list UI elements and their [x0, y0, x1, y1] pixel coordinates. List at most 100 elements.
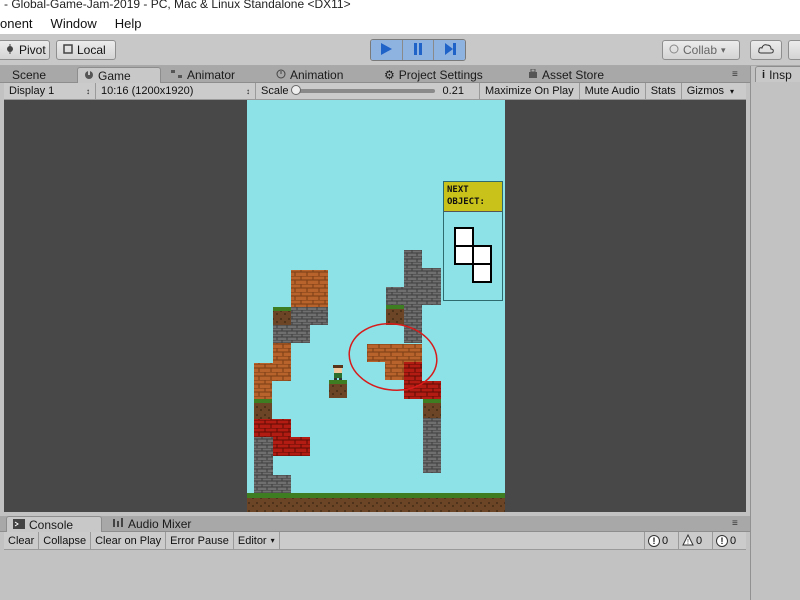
inspector-panel: i Insp — [750, 66, 800, 600]
tab-audio-mixer[interactable]: Audio Mixer — [106, 516, 197, 532]
console-info-toggle[interactable]: ! 0 — [644, 532, 671, 550]
next-object-title-line1: NEXT — [447, 185, 469, 195]
tab-asset-store-label: Asset Store — [542, 68, 605, 82]
tab-project-settings[interactable]: ⚙ Project Settings — [378, 67, 489, 83]
stats-label: Stats — [650, 85, 676, 97]
step-icon — [443, 42, 457, 59]
stats-toggle[interactable]: Stats — [646, 82, 682, 100]
main-toolbar: Pivot Local Collab ▾ — [0, 34, 800, 66]
game-view: NEXT OBJECT: — [4, 100, 746, 512]
tab-inspector-label: Insp — [769, 67, 792, 82]
chevron-down-icon: ▾ — [730, 86, 735, 96]
console-error-pause-toggle[interactable]: Error Pause — [166, 531, 234, 550]
play-icon — [379, 42, 393, 59]
next-object-header: NEXT OBJECT: — [444, 182, 502, 212]
tab-inspector[interactable]: i Insp — [755, 66, 800, 82]
ground — [247, 493, 505, 512]
menu-item-window[interactable]: Window — [42, 16, 106, 31]
console-clear-button[interactable]: Clear — [4, 531, 40, 550]
tab-animation-label: Animation — [290, 68, 344, 82]
scale-slider-thumb[interactable] — [290, 85, 301, 95]
info-icon: ! — [648, 535, 660, 547]
chevron-down-icon: ▾ — [721, 44, 726, 55]
maximize-on-play-label: Maximize On Play — [485, 85, 574, 97]
scale-slider-group: Scale 0.21 — [256, 82, 480, 100]
maximize-on-play-toggle[interactable]: Maximize On Play — [480, 82, 580, 100]
info-icon: i — [762, 68, 766, 81]
menu-bar: onent Window Help — [0, 12, 800, 34]
tab-console[interactable]: Console — [6, 516, 102, 532]
bottom-tab-row: Console Audio Mixer ≡ — [0, 516, 750, 532]
tab-menu-icon[interactable]: ≡ — [732, 69, 738, 80]
scale-slider[interactable] — [290, 85, 435, 95]
display-select[interactable]: Display 1 ↕ — [4, 82, 96, 100]
mute-audio-label: Mute Audio — [584, 85, 640, 97]
console-editor-dropdown[interactable]: Editor ▾ — [234, 531, 280, 550]
game-icon — [84, 69, 94, 83]
cloud-button[interactable] — [750, 40, 782, 60]
pivot-label: Pivot — [19, 43, 46, 57]
console-clear-on-play-toggle[interactable]: Clear on Play — [91, 531, 167, 550]
collab-label: Collab — [683, 43, 718, 57]
console-clear-on-play-label: Clear on Play — [95, 534, 162, 547]
local-icon — [63, 43, 73, 57]
tab-audio-mixer-label: Audio Mixer — [128, 517, 192, 531]
mute-audio-toggle[interactable]: Mute Audio — [580, 82, 646, 100]
console-collapse-label: Collapse — [43, 534, 87, 547]
pause-icon — [411, 42, 425, 59]
local-label: Local — [77, 43, 106, 57]
console-collapse-toggle[interactable]: Collapse — [39, 531, 92, 550]
gizmos-toggle[interactable]: Gizmos ▾ — [682, 83, 739, 100]
tab-animator-label: Animator — [187, 68, 236, 82]
console-warning-count: 0 — [696, 535, 703, 547]
resolution-select-label: 10:16 (1200x1920) — [101, 85, 194, 97]
play-button[interactable] — [371, 40, 403, 60]
display-select-label: Display 1 — [9, 85, 55, 97]
console-error-toggle[interactable]: ! 0 — [712, 532, 739, 550]
step-button[interactable] — [434, 40, 465, 60]
console-log-area[interactable] — [4, 550, 746, 600]
next-object-title-line2: OBJECT: — [447, 197, 485, 207]
gear-icon: ⚙ — [384, 68, 395, 82]
console-clear-label: Clear — [8, 534, 35, 547]
console-error-pause-label: Error Pause — [170, 534, 229, 547]
scale-label: Scale — [261, 85, 289, 97]
console-icon — [13, 518, 25, 532]
cloud-icon — [758, 43, 774, 57]
tab-game-label: Game — [98, 68, 131, 83]
pause-button[interactable] — [402, 40, 435, 60]
tab-asset-store[interactable]: Asset Store — [522, 67, 610, 83]
console-warning-toggle[interactable]: ! 0 — [678, 532, 705, 550]
game-scene — [247, 250, 505, 512]
tab-console-label: Console — [29, 517, 74, 532]
account-button[interactable] — [788, 40, 800, 60]
gizmos-label: Gizmos — [686, 85, 725, 97]
tab-scene-label: Scene — [12, 68, 47, 82]
menu-item-help[interactable]: Help — [106, 16, 151, 31]
tab-game[interactable]: Game — [77, 67, 161, 83]
chevron-down-icon: ▾ — [270, 536, 275, 545]
animator-icon — [171, 68, 183, 82]
next-object-panel: NEXT OBJECT: — [443, 181, 503, 301]
pivot-icon — [5, 43, 15, 57]
resolution-select[interactable]: 10:16 (1200x1920) ↕ — [96, 82, 256, 100]
collab-icon — [669, 43, 679, 57]
tab-animation[interactable]: Animation — [270, 67, 349, 83]
collab-button[interactable]: Collab ▾ — [662, 40, 740, 60]
animation-icon — [276, 68, 286, 82]
store-icon — [528, 68, 538, 82]
game-canvas[interactable]: NEXT OBJECT: — [247, 100, 505, 512]
tab-animator[interactable]: Animator — [165, 67, 241, 83]
local-toggle-button[interactable]: Local — [56, 40, 116, 60]
tab-project-settings-label: Project Settings — [398, 68, 483, 82]
menu-item-component[interactable]: onent — [0, 16, 42, 31]
console-tab-menu-icon[interactable]: ≡ — [732, 518, 738, 529]
pivot-toggle-button[interactable]: Pivot — [0, 40, 50, 60]
next-piece-preview — [454, 227, 492, 283]
window-title: - Global-Game-Jam-2019 - PC, Mac & Linux… — [4, 0, 351, 11]
error-icon: ! — [716, 535, 728, 547]
player-character — [333, 365, 343, 380]
tab-scene[interactable]: Scene — [6, 67, 52, 83]
editor-tab-row: Scene Game Animator Animation ⚙ Project … — [0, 66, 750, 83]
left-tower — [254, 270, 328, 493]
